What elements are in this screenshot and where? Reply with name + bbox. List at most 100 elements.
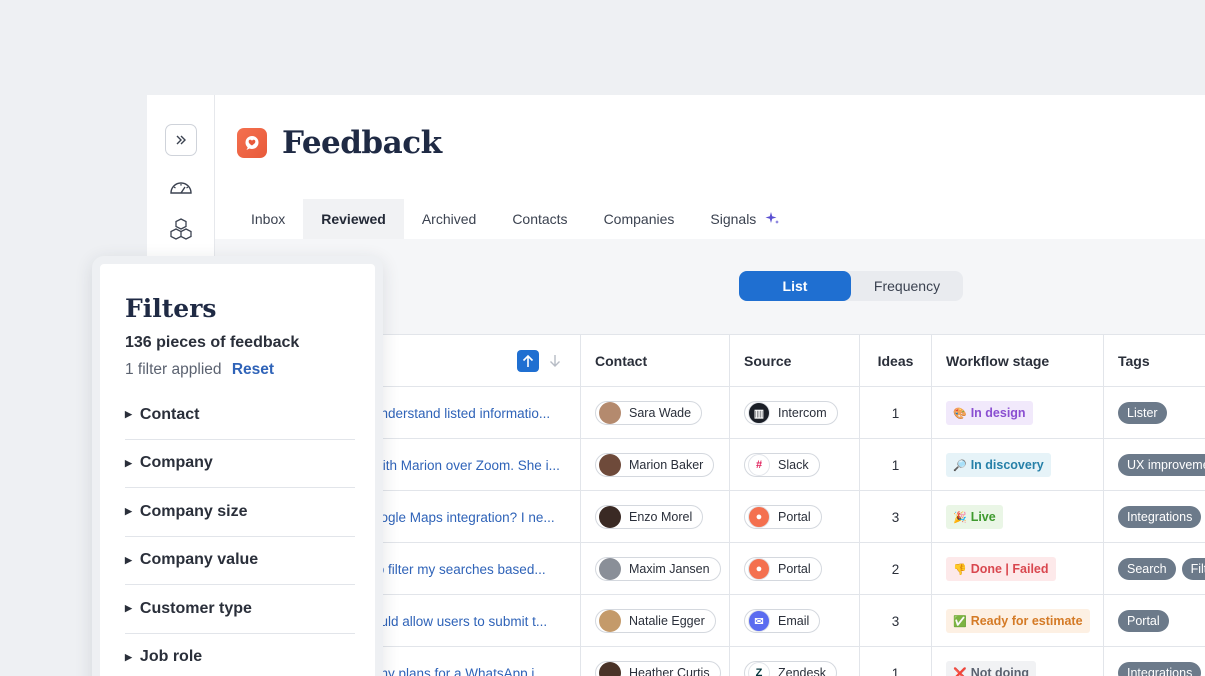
- filter-item-job-role[interactable]: ▶ Job role: [125, 634, 355, 676]
- workflow-stage-badge[interactable]: 🎉 Live: [946, 505, 1003, 529]
- tags-cell: Integrations: [1104, 491, 1205, 543]
- stage-label: Live: [970, 510, 996, 524]
- ideas-count[interactable]: 3: [860, 595, 932, 647]
- source-chip[interactable]: ✉ Email: [744, 609, 821, 633]
- contact-chip[interactable]: Enzo Morel: [595, 505, 704, 529]
- expand-sidebar-button[interactable]: [165, 124, 197, 156]
- feedback-text[interactable]: understand listed informatio...: [365, 406, 550, 421]
- contact-cell: Marion Baker: [581, 439, 730, 491]
- ideas-count[interactable]: 1: [860, 387, 932, 439]
- tab-archived[interactable]: Archived: [404, 199, 494, 239]
- source-name: Portal: [778, 562, 811, 576]
- workflow-stage-badge[interactable]: 🎨 In design: [946, 401, 1033, 425]
- frequency-view-button[interactable]: Frequency: [851, 271, 963, 301]
- source-name: Slack: [778, 458, 809, 472]
- tags-cell: Lister: [1104, 387, 1205, 439]
- tag-chip[interactable]: Filte: [1181, 558, 1205, 580]
- avatar: [599, 610, 621, 632]
- feedback-text[interactable]: ould allow users to submit t...: [365, 614, 547, 629]
- sort-ascending-button[interactable]: [517, 350, 539, 372]
- tags-cell: Integrations: [1104, 647, 1205, 676]
- stage-emoji-icon: 🎨: [953, 407, 967, 420]
- tag-chip[interactable]: Integrations: [1118, 662, 1202, 676]
- list-view-button[interactable]: List: [739, 271, 851, 301]
- caret-right-icon: ▶: [125, 603, 132, 614]
- ideas-header[interactable]: Ideas: [860, 335, 932, 387]
- stage-label: Not doing: [970, 666, 1030, 676]
- dashboard-nav[interactable]: [165, 171, 197, 203]
- source-chip[interactable]: # Slack: [744, 453, 820, 477]
- tag-chip[interactable]: Portal: [1118, 610, 1169, 632]
- filters-applied-line: 1 filter applied Reset: [125, 361, 355, 379]
- portal-icon: ●: [748, 506, 770, 528]
- tab-signals[interactable]: Signals: [692, 199, 798, 239]
- tag-chip[interactable]: Lister: [1118, 402, 1167, 424]
- feedback-text[interactable]: with Marion over Zoom. She i...: [365, 458, 560, 473]
- arrow-down-icon: [550, 355, 560, 367]
- workflow-stage-badge[interactable]: ❌ Not doing: [946, 661, 1037, 676]
- source-cell: ● Portal: [730, 491, 860, 543]
- source-chip[interactable]: ▥ Intercom: [744, 401, 838, 425]
- ideas-count[interactable]: 2: [860, 543, 932, 595]
- contact-header[interactable]: Contact: [581, 335, 730, 387]
- filters-applied-text: 1 filter applied: [125, 361, 222, 378]
- source-chip[interactable]: Z Zendesk: [744, 661, 837, 676]
- zendesk-icon: Z: [748, 662, 770, 676]
- contact-name: Sara Wade: [629, 406, 692, 420]
- ideas-count[interactable]: 1: [860, 647, 932, 676]
- workflow-stage-badge[interactable]: 🔎 In discovery: [946, 453, 1051, 477]
- email-icon: ✉: [748, 610, 770, 632]
- tab-reviewed[interactable]: Reviewed: [303, 199, 404, 239]
- slack-icon: #: [748, 454, 770, 476]
- contact-chip[interactable]: Natalie Egger: [595, 609, 716, 633]
- filter-item-customer-type[interactable]: ▶ Customer type: [125, 585, 355, 634]
- contact-cell: Natalie Egger: [581, 595, 730, 647]
- stage-emoji-icon: 🎉: [953, 511, 967, 524]
- source-name: Email: [778, 614, 810, 628]
- contact-chip[interactable]: Marion Baker: [595, 453, 715, 477]
- tag-chip[interactable]: Search: [1118, 558, 1176, 580]
- filter-item-company-size[interactable]: ▶ Company size: [125, 488, 355, 537]
- contact-chip[interactable]: Heather Curtis: [595, 661, 721, 676]
- filter-item-label: Contact: [139, 405, 200, 423]
- filter-item-label: Job role: [139, 648, 203, 666]
- stage-emoji-icon: 👎: [953, 563, 967, 576]
- ideas-count[interactable]: 3: [860, 491, 932, 543]
- source-chip[interactable]: ● Portal: [744, 557, 822, 581]
- workflow-stage-badge[interactable]: ✅ Ready for estimate: [946, 609, 1090, 633]
- feedback-text[interactable]: oogle Maps integration? I ne...: [365, 510, 555, 525]
- portal-icon: ●: [748, 558, 770, 580]
- avatar: [599, 558, 621, 580]
- source-name: Portal: [778, 510, 811, 524]
- workflow-stage-badge[interactable]: 👎 Done | Failed: [946, 557, 1056, 581]
- feedback-logo-icon: [237, 128, 267, 158]
- tags-cell: Portal: [1104, 595, 1205, 647]
- workflow-stage-header[interactable]: Workflow stage: [932, 335, 1104, 387]
- avatar: [599, 402, 621, 424]
- feedback-text[interactable]: any plans for a WhatsApp i...: [365, 666, 546, 676]
- stage-cell: 🎨 In design: [932, 387, 1104, 439]
- contact-name: Marion Baker: [629, 458, 704, 472]
- sort-descending-button[interactable]: [547, 350, 563, 372]
- products-nav[interactable]: [165, 213, 197, 245]
- tag-chip[interactable]: Integrations: [1118, 506, 1202, 528]
- tab-signals-label: Signals: [710, 211, 757, 227]
- stage-label: In discovery: [970, 458, 1044, 472]
- tab-companies[interactable]: Companies: [586, 199, 693, 239]
- contact-chip[interactable]: Sara Wade: [595, 401, 703, 425]
- feedback-text[interactable]: to filter my searches based...: [365, 562, 546, 577]
- filter-item-company-value[interactable]: ▶ Company value: [125, 537, 355, 585]
- filter-item-company[interactable]: ▶ Company: [125, 440, 355, 488]
- tab-inbox[interactable]: Inbox: [233, 199, 303, 239]
- contact-chip[interactable]: Maxim Jansen: [595, 557, 721, 581]
- tab-contacts[interactable]: Contacts: [494, 199, 585, 239]
- tags-header[interactable]: Tags: [1104, 335, 1205, 387]
- source-name: Zendesk: [778, 666, 826, 676]
- filter-item-label: Company size: [139, 502, 248, 520]
- reset-filters-link[interactable]: Reset: [232, 361, 274, 378]
- tag-chip[interactable]: UX improveme: [1118, 454, 1205, 476]
- source-chip[interactable]: ● Portal: [744, 505, 822, 529]
- source-header[interactable]: Source: [730, 335, 860, 387]
- filter-item-contact[interactable]: ▶ Contact: [125, 391, 355, 440]
- ideas-count[interactable]: 1: [860, 439, 932, 491]
